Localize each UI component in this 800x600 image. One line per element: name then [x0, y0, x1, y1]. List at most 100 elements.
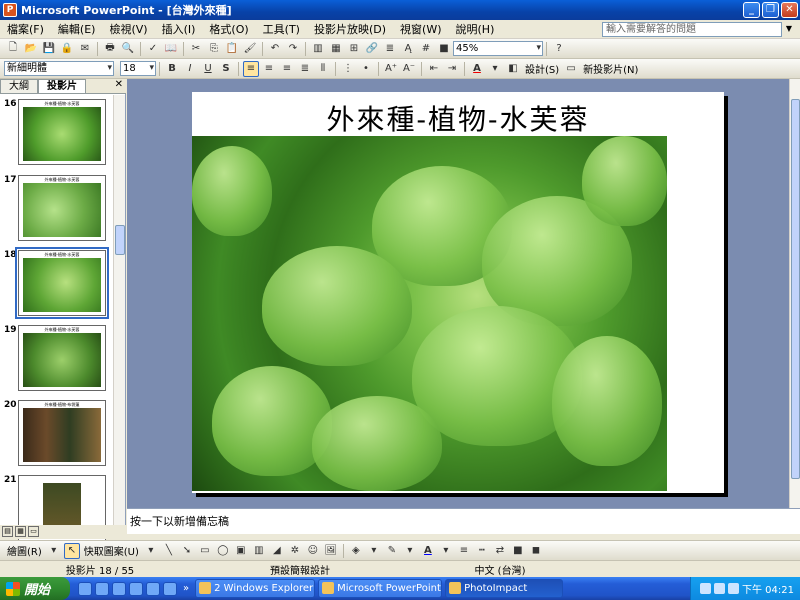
show-formatting-icon[interactable]: Ą	[400, 41, 416, 57]
menu-format[interactable]: 格式(O)	[202, 21, 255, 37]
quicklaunch-icon-6[interactable]	[163, 581, 177, 596]
spelling-icon[interactable]: ✓	[145, 41, 161, 57]
menu-slideshow[interactable]: 投影片放映(D)	[307, 21, 393, 37]
align-right-icon[interactable]: ≡	[279, 61, 295, 77]
print-preview-icon[interactable]: 🔍	[120, 41, 136, 57]
close-button[interactable]: ✕	[781, 2, 798, 18]
increase-indent-icon[interactable]: ⇥	[444, 61, 460, 77]
new-icon[interactable]: 🗋	[5, 41, 21, 57]
dash-style-icon[interactable]: ┅	[474, 543, 490, 559]
open-icon[interactable]: 📂	[23, 41, 39, 57]
3d-style-icon[interactable]: ◼	[528, 543, 544, 559]
clock[interactable]: 下午 04:21	[742, 581, 794, 596]
slide-photo[interactable]	[192, 136, 667, 491]
font-select[interactable]: 新細明體	[4, 61, 114, 76]
zoom-select[interactable]: 45%	[453, 41, 543, 56]
draw-menu-button[interactable]: 繪圖(R)	[4, 543, 45, 558]
line-icon[interactable]: ╲	[161, 543, 177, 559]
insert-hyperlink-icon[interactable]: 🔗	[364, 41, 380, 57]
font-color-draw-icon[interactable]: A	[420, 543, 436, 559]
menu-tools[interactable]: 工具(T)	[256, 21, 307, 37]
task-windows-explorer[interactable]: 2 Windows Explorer	[195, 579, 316, 598]
normal-view-icon[interactable]: ▤	[2, 526, 13, 537]
menu-help[interactable]: 說明(H)	[449, 21, 502, 37]
increase-font-icon[interactable]: A⁺	[383, 61, 399, 77]
rectangle-icon[interactable]: ▭	[197, 543, 213, 559]
email-icon[interactable]: ✉	[77, 41, 93, 57]
quicklaunch-more-icon[interactable]: »	[183, 583, 189, 594]
redo-icon[interactable]: ↷	[285, 41, 301, 57]
new-slide-icon[interactable]: ▭	[563, 61, 579, 77]
menu-view[interactable]: 檢視(V)	[102, 21, 154, 37]
slide-title[interactable]: 外來種-植物-水芙蓉	[192, 98, 724, 138]
fill-dropdown-icon[interactable]: ▾	[366, 543, 382, 559]
autoshapes-dropdown-icon[interactable]: ▾	[143, 543, 159, 559]
design-button[interactable]: 設計(S)	[522, 61, 562, 76]
bullets-icon[interactable]: •	[358, 61, 374, 77]
help-search-input[interactable]: 輸入需要解答的問題	[602, 22, 782, 37]
slide-canvas[interactable]: 外來種-植物-水芙蓉	[192, 92, 724, 493]
research-icon[interactable]: 📖	[163, 41, 179, 57]
menu-window[interactable]: 視窗(W)	[393, 21, 448, 37]
cut-icon[interactable]: ✂	[188, 41, 204, 57]
insert-table-icon[interactable]: ▦	[328, 41, 344, 57]
scrollbar-thumb[interactable]	[115, 225, 125, 255]
quicklaunch-icon-3[interactable]	[112, 581, 126, 596]
arrow-style-icon[interactable]: ⇄	[492, 543, 508, 559]
slideshow-icon[interactable]: ▭	[28, 526, 39, 537]
distributed-icon[interactable]: ⫴	[315, 61, 331, 77]
justify-icon[interactable]: ≣	[297, 61, 313, 77]
line-color-icon[interactable]: ✎	[384, 543, 400, 559]
quicklaunch-icon-5[interactable]	[146, 581, 160, 596]
font-color-draw-dropdown-icon[interactable]: ▾	[438, 543, 454, 559]
line-style-icon[interactable]: ≡	[456, 543, 472, 559]
autoshapes-button[interactable]: 快取圖案(U)	[81, 543, 142, 558]
menu-edit[interactable]: 編輯(E)	[51, 21, 103, 37]
arrow-icon[interactable]: ➘	[179, 543, 195, 559]
underline-button[interactable]: U	[200, 61, 216, 77]
insert-chart-icon[interactable]: ▥	[310, 41, 326, 57]
show-grid-icon[interactable]: #	[418, 41, 434, 57]
editor-scrollbar[interactable]	[789, 79, 800, 508]
slides-pane-scrollbar[interactable]	[113, 95, 125, 525]
help-icon[interactable]: ?	[551, 41, 567, 57]
restore-button[interactable]: ❐	[762, 2, 779, 18]
print-icon[interactable]: 🖶	[102, 41, 118, 57]
italic-button[interactable]: I	[182, 61, 198, 77]
notes-pane[interactable]: 按一下以新增備忘稿	[127, 508, 800, 534]
shadow-button[interactable]: S	[218, 61, 234, 77]
tray-icon-security[interactable]	[728, 583, 739, 594]
new-slide-button[interactable]: 新投影片(N)	[580, 61, 641, 76]
start-button[interactable]: 開始	[0, 577, 70, 600]
align-left-icon[interactable]: ≡	[243, 60, 259, 77]
numbering-icon[interactable]: ⋮	[340, 61, 356, 77]
vertical-textbox-icon[interactable]: ▥	[251, 543, 267, 559]
scrollbar-thumb[interactable]	[791, 99, 800, 479]
wordart-icon[interactable]: ◢	[269, 543, 285, 559]
fill-color-icon[interactable]: ◈	[348, 543, 364, 559]
tab-slides[interactable]: 投影片	[38, 79, 86, 93]
shadow-style-icon[interactable]: ■	[510, 543, 526, 559]
decrease-font-icon[interactable]: A⁻	[401, 61, 417, 77]
font-size-select[interactable]: 18	[120, 61, 156, 76]
task-photoimpact[interactable]: PhotoImpact	[445, 579, 564, 598]
quicklaunch-icon-2[interactable]	[95, 581, 109, 596]
select-objects-icon[interactable]: ↖	[63, 542, 80, 559]
diagram-icon[interactable]: ✲	[287, 543, 303, 559]
undo-icon[interactable]: ↶	[267, 41, 283, 57]
design-icon[interactable]: ◧	[505, 61, 521, 77]
font-color-dropdown-icon[interactable]: ▾	[487, 61, 503, 77]
oval-icon[interactable]: ◯	[215, 543, 231, 559]
quicklaunch-icon-1[interactable]	[78, 581, 92, 596]
slide-sorter-icon[interactable]: ▦	[15, 526, 26, 537]
tab-outline[interactable]: 大綱	[0, 79, 38, 93]
tray-icon-network[interactable]	[700, 583, 711, 594]
textbox-icon[interactable]: ▣	[233, 543, 249, 559]
close-pane-icon[interactable]: ✕	[115, 79, 123, 90]
tables-borders-icon[interactable]: ⊞	[346, 41, 362, 57]
quicklaunch-icon-4[interactable]	[129, 581, 143, 596]
menu-file[interactable]: 檔案(F)	[0, 21, 51, 37]
help-dropdown-icon[interactable]: ▼	[786, 24, 792, 33]
permission-icon[interactable]: 🔒	[59, 41, 75, 57]
copy-icon[interactable]: ⎘	[206, 41, 222, 57]
